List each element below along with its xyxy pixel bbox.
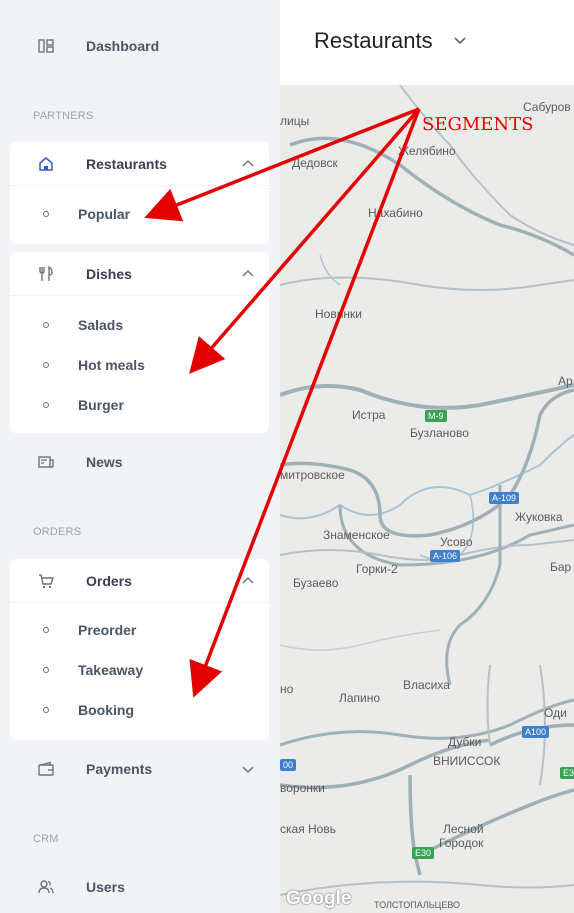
page-header: Restaurants <box>280 0 574 85</box>
map-place: ВНИИССОК <box>433 754 501 768</box>
chevron-up-icon[interactable] <box>241 267 255 281</box>
sidebar-item-dashboard[interactable]: Dashboard <box>10 24 269 68</box>
chevron-down-icon[interactable] <box>241 762 255 776</box>
map-place: но <box>280 682 294 696</box>
google-logo: Google <box>286 888 352 909</box>
map-place: Оди <box>544 706 567 720</box>
dashboard-icon <box>38 38 54 54</box>
map-place: Сабуров <box>523 100 571 114</box>
map-place: воронки <box>280 781 325 795</box>
sidebar-item-orders[interactable]: Orders <box>10 559 269 603</box>
map-place: Ар <box>558 374 573 388</box>
map-place: Усово <box>440 535 473 549</box>
road-shield: E3 <box>560 767 574 779</box>
bullet-icon <box>43 211 49 217</box>
map-place: Бузаево <box>293 576 339 590</box>
sidebar-item-dishes[interactable]: Dishes <box>10 252 269 296</box>
page-title[interactable]: Restaurants <box>314 28 433 54</box>
road-shield: A-106 <box>430 550 461 562</box>
chevron-up-icon[interactable] <box>241 574 255 588</box>
sidebar-subitem-label: Hot meals <box>78 357 145 373</box>
road-shield: 00 <box>280 759 297 771</box>
sidebar-item-label: Dishes <box>86 265 132 282</box>
map-place: лицы <box>280 114 310 128</box>
sidebar-subitem-label: Burger <box>78 397 124 413</box>
annotation-label: SEGMENTS <box>422 114 534 135</box>
road-shield: A100 <box>522 726 550 738</box>
restaurants-group: Restaurants Popular <box>10 142 269 244</box>
sidebar-item-label: Orders <box>86 572 132 589</box>
chevron-up-icon[interactable] <box>241 157 255 171</box>
section-title-partners: PARTNERS <box>33 110 94 122</box>
bullet-icon <box>43 667 49 673</box>
sidebar-subitem-booking[interactable]: Booking <box>10 690 269 730</box>
wallet-icon <box>38 761 54 777</box>
sidebar-item-users[interactable]: Users <box>10 865 269 909</box>
map-place: Горки-2 <box>356 562 398 576</box>
road-shield: A-109 <box>489 492 520 504</box>
sidebar-subitem-popular[interactable]: Popular <box>10 194 269 234</box>
map-place: Лапино <box>339 691 381 705</box>
map-place: Истра <box>352 408 386 422</box>
map-place: ТОЛСТОПАЛЬЦЕВО <box>374 900 461 910</box>
map-place: Нахабино <box>368 206 423 220</box>
map-place: Дедовск <box>292 156 338 170</box>
sidebar-item-label: Payments <box>86 761 153 777</box>
sidebar-subitem-preorder[interactable]: Preorder <box>10 610 269 650</box>
map-place: Желябино <box>398 144 456 158</box>
bullet-icon <box>43 707 49 713</box>
sidebar-item-label: Users <box>86 879 125 895</box>
road-shield: E30 <box>412 847 435 859</box>
sidebar-subitem-label: Popular <box>78 206 131 222</box>
sidebar-item-payments[interactable]: Payments <box>10 747 269 791</box>
map-place: Власиха <box>403 678 450 692</box>
newspaper-icon <box>38 454 54 470</box>
sidebar-subitem-label: Preorder <box>78 622 137 638</box>
sidebar-item-label: Restaurants <box>86 155 167 172</box>
section-title-crm: CRM <box>33 833 59 845</box>
sidebar-subitem-hot-meals[interactable]: Hot meals <box>10 345 269 385</box>
cart-icon <box>38 573 54 589</box>
map-place: Лесной <box>443 822 484 836</box>
map-place: митровское <box>280 468 345 482</box>
orders-group: Orders Preorder Takeaway Booking <box>10 559 269 740</box>
map-place: Новинки <box>315 307 362 321</box>
bullet-icon <box>43 362 49 368</box>
sidebar-subitem-takeaway[interactable]: Takeaway <box>10 650 269 690</box>
sidebar-subitem-burger[interactable]: Burger <box>10 385 269 425</box>
sidebar-item-restaurants[interactable]: Restaurants <box>10 142 269 186</box>
bullet-icon <box>43 322 49 328</box>
fork-knife-icon <box>38 265 54 282</box>
sidebar: Dashboard PARTNERS Restaurants Popular D… <box>0 0 280 913</box>
map-place: Знаменское <box>323 528 390 542</box>
sidebar-item-label: News <box>86 454 123 470</box>
sidebar-subitem-salads[interactable]: Salads <box>10 305 269 345</box>
home-icon <box>38 156 54 172</box>
map[interactable]: Сабуров лицы Дедовск Желябино Нахабино Н… <box>280 85 574 913</box>
sidebar-item-label: Dashboard <box>86 38 160 54</box>
sidebar-subitem-label: Salads <box>78 317 124 333</box>
dishes-group: Dishes Salads Hot meals Burger <box>10 252 269 433</box>
sidebar-subitem-label: Takeaway <box>78 662 144 678</box>
map-place: ская Новь <box>280 822 336 836</box>
map-place: Жуковка <box>515 510 563 524</box>
bullet-icon <box>43 627 49 633</box>
map-place: Бар <box>550 560 572 574</box>
sidebar-item-news[interactable]: News <box>10 440 269 484</box>
section-title-orders: ORDERS <box>33 526 82 538</box>
road-shield: M-9 <box>425 410 447 422</box>
map-place: Бузланово <box>410 426 469 440</box>
map-place: Дубки <box>448 735 482 749</box>
users-icon <box>38 879 54 895</box>
map-place: Городок <box>439 836 484 850</box>
sidebar-subitem-label: Booking <box>78 702 134 718</box>
chevron-down-icon[interactable] <box>454 36 466 46</box>
bullet-icon <box>43 402 49 408</box>
